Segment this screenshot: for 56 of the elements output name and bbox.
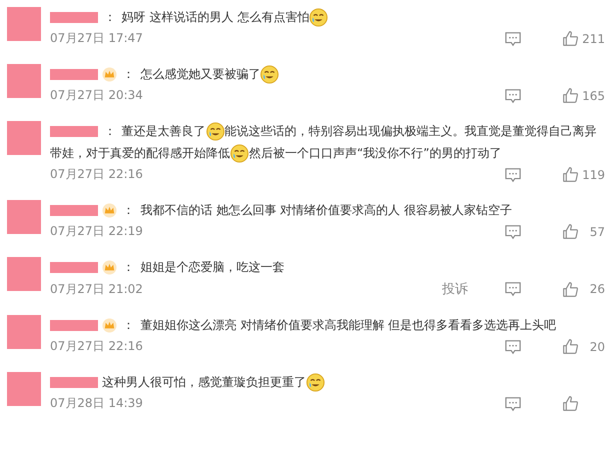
thumbs-up-icon[interactable]: [562, 223, 579, 240]
report-link[interactable]: 投诉: [442, 280, 468, 298]
comment-icon[interactable]: [504, 224, 522, 240]
user-name[interactable]: [50, 205, 98, 216]
thumbs-up-icon[interactable]: [562, 395, 579, 412]
comment-icon[interactable]: [504, 166, 522, 182]
comment-icon[interactable]: [504, 88, 522, 104]
like-count: 211: [581, 32, 605, 46]
colon: ：: [122, 318, 135, 332]
comment-time: 07月27日 22:16: [50, 166, 143, 183]
user-name[interactable]: [50, 126, 98, 138]
colon: ：: [122, 203, 135, 217]
comment-icon[interactable]: [504, 338, 522, 354]
comment-icon[interactable]: [504, 281, 522, 297]
comment-time: 07月27日 22:16: [50, 338, 143, 355]
comment-text: 带娃，对于真爱的配得感开始降低: [50, 146, 230, 160]
like-count: 165: [581, 88, 605, 102]
thumbs-up-icon[interactable]: [562, 166, 579, 183]
colon: ：: [104, 10, 116, 24]
comment-time: 07月27日 17:47: [50, 30, 143, 47]
comment-time: 07月28日 14:39: [50, 395, 143, 412]
user-name[interactable]: [50, 12, 98, 24]
colon: ：: [104, 124, 116, 138]
thumbs-up-icon[interactable]: [562, 338, 579, 355]
comment-time: 07月27日 21:02: [50, 280, 143, 298]
thumbs-up-icon[interactable]: [562, 280, 579, 298]
emoji-icon: [230, 144, 249, 164]
comment-time: 07月27日 20:34: [50, 87, 143, 104]
like-count: 119: [581, 168, 605, 182]
comment-text: 然后被一个口口声声“我没你不行”的男的打动了: [249, 146, 502, 160]
thumbs-up-icon[interactable]: [562, 87, 579, 104]
colon: ：: [122, 67, 135, 81]
emoji-icon: [306, 373, 325, 392]
user-name[interactable]: [50, 320, 98, 332]
colon: ：: [122, 260, 135, 274]
user-name[interactable]: [50, 262, 98, 274]
emoji-icon: [206, 122, 225, 142]
user-name[interactable]: [50, 69, 98, 80]
thumbs-up-icon[interactable]: [562, 30, 579, 47]
like-count: 57: [588, 224, 605, 238]
comment-text: 妈呀 这样说话的男人 怎么有点害怕: [122, 10, 310, 24]
comment-text: 我都不信的话 她怎么回事 对情绪价值要求高的人 很容易被人家钻空子: [140, 203, 512, 217]
comment-icon[interactable]: [504, 396, 522, 412]
comment-time: 07月27日 22:19: [50, 223, 143, 240]
like-count: 26: [588, 282, 605, 296]
comment-text: 怎么感觉她又要被骗了: [140, 67, 260, 81]
comment-icon[interactable]: [504, 30, 522, 46]
comment-text: 姐姐是个恋爱脑，吃这一套: [140, 260, 284, 274]
comment-text: 董姐姐你这么漂亮 对情绪价值要求高我能理解 但是也得多看看多选选再上头吧: [140, 318, 556, 332]
comment-text: 这种男人很可怕，感觉董璇负担更重了: [102, 375, 306, 389]
emoji-icon: [260, 65, 280, 84]
like-count: 20: [588, 340, 605, 354]
user-name[interactable]: [50, 377, 98, 388]
emoji-icon: [309, 8, 328, 28]
comment-text: 董还是太善良了: [122, 124, 206, 138]
comment-text: 能说这些话的，特别容易出现偏执极端主义。我直觉是董觉得自己离异: [224, 124, 597, 138]
